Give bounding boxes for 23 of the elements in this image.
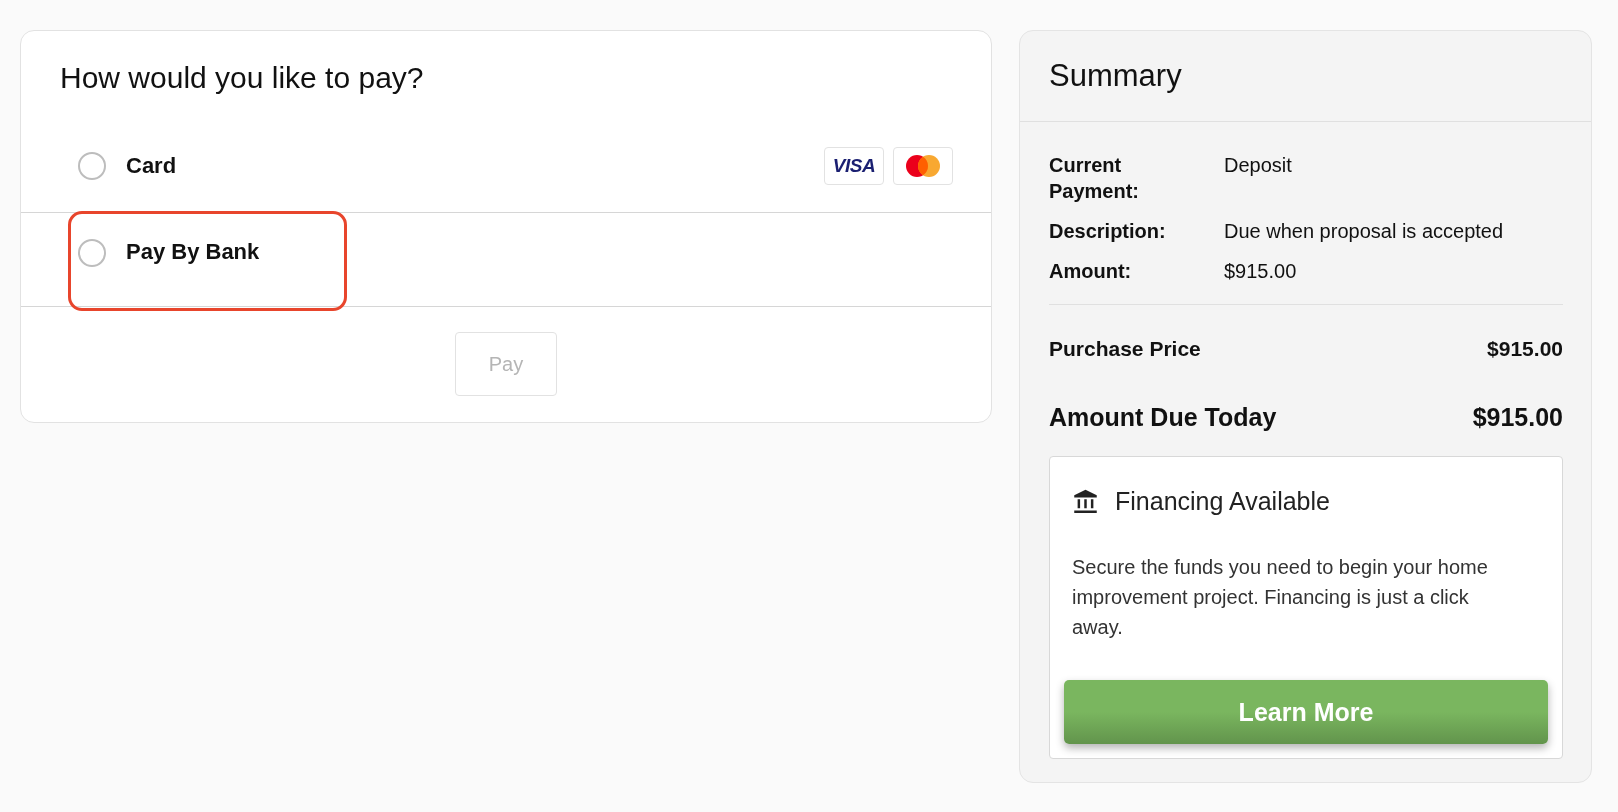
amount-due-label: Amount Due Today: [1049, 403, 1277, 432]
summary-title: Summary: [1049, 58, 1182, 94]
option-label: Pay By Bank: [126, 239, 260, 265]
detail-label: Description:: [1049, 219, 1167, 244]
bank-icon: [1072, 488, 1099, 515]
visa-logo: VISA: [824, 146, 884, 185]
amount-due-value: $915.00: [1472, 403, 1563, 432]
detail-label: Current Payment:: [1049, 153, 1141, 204]
price-label: Purchase Price: [1049, 337, 1201, 361]
price-value: $915.00: [1487, 337, 1563, 361]
radio-button[interactable]: [78, 239, 106, 267]
mastercard-logo: [893, 146, 953, 185]
radio-button[interactable]: [78, 151, 106, 180]
financing-text: Secure the funds you need to begin your home improvement project. Financing is just a click away.: [1072, 555, 1489, 640]
detail-label: Amount:: [1049, 259, 1133, 284]
financing-title: Financing Available: [1115, 487, 1330, 516]
detail-value: Deposit: [1224, 153, 1293, 178]
payment-option[interactable]: Pay By Bank: [21, 213, 991, 307]
payment-option[interactable]: Card VISA: [21, 119, 991, 213]
option-label: Card: [126, 152, 177, 179]
detail-value: Due when proposal is accepted: [1224, 219, 1505, 244]
detail-value: $915.00: [1224, 259, 1298, 284]
payment-title: How would you like to pay?: [60, 61, 424, 95]
